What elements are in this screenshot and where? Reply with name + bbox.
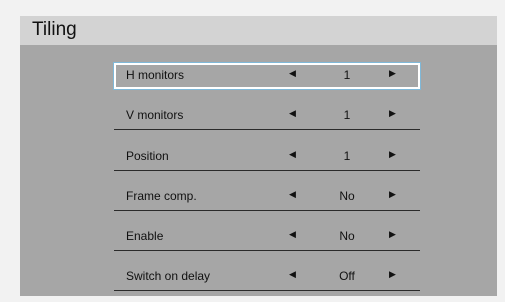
menu-value: 1	[343, 148, 351, 163]
row-divider	[114, 129, 420, 131]
arrow-left-icon[interactable]: ◀	[289, 149, 296, 160]
arrow-left-icon[interactable]: ◀	[289, 189, 296, 200]
arrow-left-icon[interactable]: ◀	[289, 68, 296, 79]
menu-label: Enable	[126, 229, 164, 244]
arrow-left-icon[interactable]: ◀	[289, 108, 296, 119]
arrow-right-icon[interactable]: ▶	[389, 149, 396, 160]
menu-row-frame-comp[interactable]: Frame comp. ◀ No ▶	[114, 181, 420, 221]
menu-row-v-monitors[interactable]: V monitors ◀ 1 ▶	[114, 100, 420, 140]
arrow-left-icon[interactable]: ◀	[289, 269, 296, 280]
row-divider	[114, 250, 420, 252]
page-title: Tiling	[32, 19, 77, 40]
menu-label: V monitors	[126, 108, 184, 123]
menu-value: No	[339, 229, 355, 244]
arrow-right-icon[interactable]: ▶	[389, 269, 396, 280]
arrow-left-icon[interactable]: ◀	[289, 229, 296, 240]
menu-label: Switch on delay	[126, 269, 211, 284]
menu-row-position[interactable]: Position ◀ 1 ▶	[114, 141, 420, 181]
menu-label: H monitors	[126, 68, 185, 82]
arrow-right-icon[interactable]: ▶	[389, 189, 396, 200]
menu-value: 1	[343, 68, 351, 82]
title-bar: Tiling	[20, 16, 497, 45]
arrow-right-icon[interactable]: ▶	[389, 108, 396, 119]
row-divider	[114, 169, 420, 171]
menu-row-switch-on-delay[interactable]: Switch on delay ◀ Off ▶	[114, 261, 420, 301]
settings-menu: H monitors ◀ 1 ▶ V monitors ◀ 1 ▶ Positi…	[113, 60, 421, 302]
menu-value: No	[339, 188, 355, 203]
menu-value: 1	[343, 108, 351, 123]
menu-row-h-monitors[interactable]: H monitors ◀ 1 ▶	[113, 60, 421, 100]
menu-label: Frame comp.	[126, 188, 197, 203]
arrow-right-icon[interactable]: ▶	[389, 68, 396, 79]
row-divider	[114, 209, 420, 211]
menu-value: Off	[339, 269, 355, 284]
tiling-panel: Tiling H monitors ◀ 1 ▶ V monitors ◀ 1 ▶…	[20, 16, 497, 296]
row-divider	[114, 290, 420, 292]
menu-row-enable[interactable]: Enable ◀ No ▶	[114, 221, 420, 261]
menu-label: Position	[126, 148, 169, 163]
arrow-right-icon[interactable]: ▶	[389, 229, 396, 240]
